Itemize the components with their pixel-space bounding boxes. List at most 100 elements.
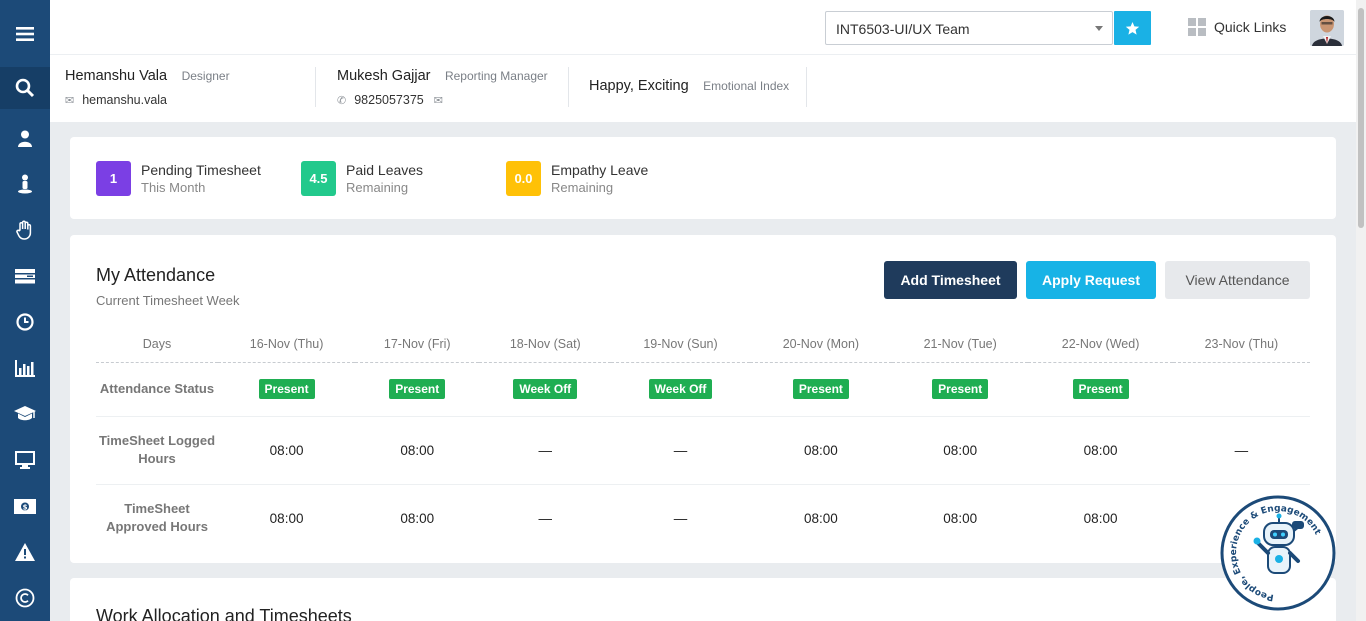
- attendance-table: Days 16-Nov (Thu) 17-Nov (Fri) 18-Nov (S…: [96, 327, 1310, 552]
- robot-icon: People, Experience & Engagement: [1220, 495, 1336, 611]
- sidebar: $: [0, 0, 50, 621]
- table-row: TimeSheet Approved Hours 08:00 08:00 — —…: [96, 484, 1310, 552]
- status-badge: Present: [932, 379, 989, 399]
- sidebar-item-learning[interactable]: [0, 391, 50, 437]
- hand-icon: [16, 220, 32, 240]
- quick-links-label: Quick Links: [1214, 19, 1287, 35]
- sidebar-item-profile[interactable]: [0, 115, 50, 161]
- attendance-subtitle: Current Timesheet Week: [96, 293, 240, 308]
- sidebar-item-people[interactable]: [0, 161, 50, 207]
- warning-icon: [15, 543, 35, 561]
- apply-request-button[interactable]: Apply Request: [1026, 261, 1156, 299]
- table-cell: 08:00: [804, 510, 838, 526]
- day-header: 16-Nov (Thu): [218, 327, 356, 363]
- table-row: TimeSheet Logged Hours 08:00 08:00 — — 0…: [96, 416, 1310, 485]
- table-header-row: Days 16-Nov (Thu) 17-Nov (Fri) 18-Nov (S…: [96, 327, 1310, 363]
- scrollbar-thumb[interactable]: [1358, 8, 1364, 228]
- stat-title: Pending Timesheet: [141, 162, 261, 178]
- stat-paid-leaves[interactable]: 4.5 Paid Leaves Remaining: [301, 161, 423, 197]
- table-cell: 08:00: [400, 510, 435, 526]
- engagement-bot-badge[interactable]: People, Experience & Engagement: [1220, 495, 1336, 611]
- menu-button[interactable]: [0, 0, 50, 67]
- grid-icon: [1188, 18, 1206, 36]
- day-header: 18-Nov (Sat): [479, 327, 612, 363]
- stat-pending-timesheet[interactable]: 1 Pending Timesheet This Month: [96, 161, 261, 197]
- envelope-icon: ✉: [65, 94, 75, 107]
- status-badge: Week Off: [513, 379, 578, 399]
- manager-info: Mukesh Gajjar Reporting Manager ✆ 982505…: [337, 67, 548, 111]
- stat-sub: Remaining: [346, 180, 409, 195]
- row-label: TimeSheet Logged Hours: [96, 416, 218, 485]
- user-info: Hemanshu Vala Designer ✉ hemanshu.vala: [65, 67, 230, 111]
- table-cell: —: [1172, 416, 1310, 485]
- table-cell: 08:00: [1083, 510, 1118, 526]
- table-cell: —: [479, 416, 612, 485]
- day-header: 21-Nov (Tue): [892, 327, 1029, 363]
- status-badge: Present: [792, 379, 849, 399]
- add-timesheet-button[interactable]: Add Timesheet: [884, 261, 1017, 299]
- page-scrollbar[interactable]: [1356, 0, 1366, 621]
- stat-title: Empathy Leave: [551, 162, 649, 178]
- emotion-value: Happy, Exciting: [589, 78, 689, 94]
- table-cell: —: [538, 510, 553, 526]
- table-cell: 08:00: [218, 416, 356, 485]
- table-cell: [1172, 362, 1310, 417]
- attendance-card: My Attendance Current Timesheet Week Add…: [70, 235, 1336, 563]
- graduation-cap-icon: [14, 406, 36, 421]
- day-header: 17-Nov (Fri): [355, 327, 480, 363]
- table-cell: 08:00: [269, 510, 304, 526]
- avatar[interactable]: [1310, 10, 1344, 46]
- card-icon: [15, 269, 35, 284]
- sidebar-item-time[interactable]: [0, 299, 50, 345]
- divider: [806, 67, 807, 107]
- sidebar-item-assets[interactable]: [0, 437, 50, 483]
- stat-empathy-leave[interactable]: 0.0 Empathy Leave Remaining: [506, 161, 648, 197]
- sidebar-item-reports[interactable]: [0, 345, 50, 391]
- user-icon: [18, 130, 32, 147]
- attendance-title: My Attendance: [96, 265, 216, 285]
- table-cell: 08:00: [1028, 416, 1173, 485]
- favorite-button[interactable]: [1114, 11, 1151, 45]
- sidebar-item-cards[interactable]: [0, 253, 50, 299]
- team-select[interactable]: INT6503-UI/UX Team: [825, 11, 1113, 45]
- search-icon: [15, 78, 35, 98]
- stat-sub: Remaining: [551, 180, 614, 195]
- money-icon: $: [14, 498, 36, 514]
- sidebar-search[interactable]: [0, 67, 50, 109]
- sidebar-item-payroll[interactable]: $: [0, 483, 50, 529]
- phone-icon: ✆: [337, 94, 347, 107]
- status-badge: Present: [258, 379, 315, 399]
- stat-value: 4.5: [301, 161, 336, 196]
- sidebar-item-copyright[interactable]: [0, 575, 50, 621]
- day-header: 23-Nov (Thu): [1172, 327, 1310, 363]
- stat-value: 1: [96, 161, 131, 196]
- quick-links[interactable]: Quick Links: [1188, 18, 1286, 36]
- table-cell: 08:00: [355, 416, 480, 485]
- status-badge: Present: [389, 379, 446, 399]
- table-cell: 08:00: [749, 416, 893, 485]
- chart-icon: [15, 359, 35, 377]
- user-role: Designer: [181, 69, 230, 83]
- table-cell: —: [611, 416, 750, 485]
- sidebar-item-alerts[interactable]: [0, 529, 50, 575]
- person-icon: [18, 174, 32, 194]
- view-attendance-button[interactable]: View Attendance: [1165, 261, 1310, 299]
- manager-name: Mukesh Gajjar: [337, 68, 431, 84]
- copyright-icon: [15, 588, 35, 608]
- user-avatar-icon: [1310, 10, 1344, 46]
- user-email[interactable]: hemanshu.vala: [82, 93, 167, 107]
- envelope-icon[interactable]: ✉: [434, 94, 443, 107]
- topbar: INT6503-UI/UX Team Quick Links: [50, 0, 1356, 55]
- stat-value: 0.0: [506, 161, 541, 196]
- divider: [315, 67, 316, 107]
- status-badge: Present: [1072, 379, 1129, 399]
- work-allocation-card: Work Allocation and Timesheets: [70, 578, 1336, 621]
- stats-card: 1 Pending Timesheet This Month 4.5 Paid …: [70, 137, 1336, 219]
- manager-phone[interactable]: 9825057375: [354, 93, 424, 107]
- manager-role: Reporting Manager: [444, 69, 548, 83]
- emotion-info: Happy, Exciting Emotional Index: [589, 77, 789, 121]
- work-allocation-title: Work Allocation and Timesheets: [96, 606, 352, 621]
- user-name: Hemanshu Vala: [65, 68, 168, 84]
- sidebar-item-requests[interactable]: [0, 207, 50, 253]
- row-label: Attendance Status: [96, 362, 218, 417]
